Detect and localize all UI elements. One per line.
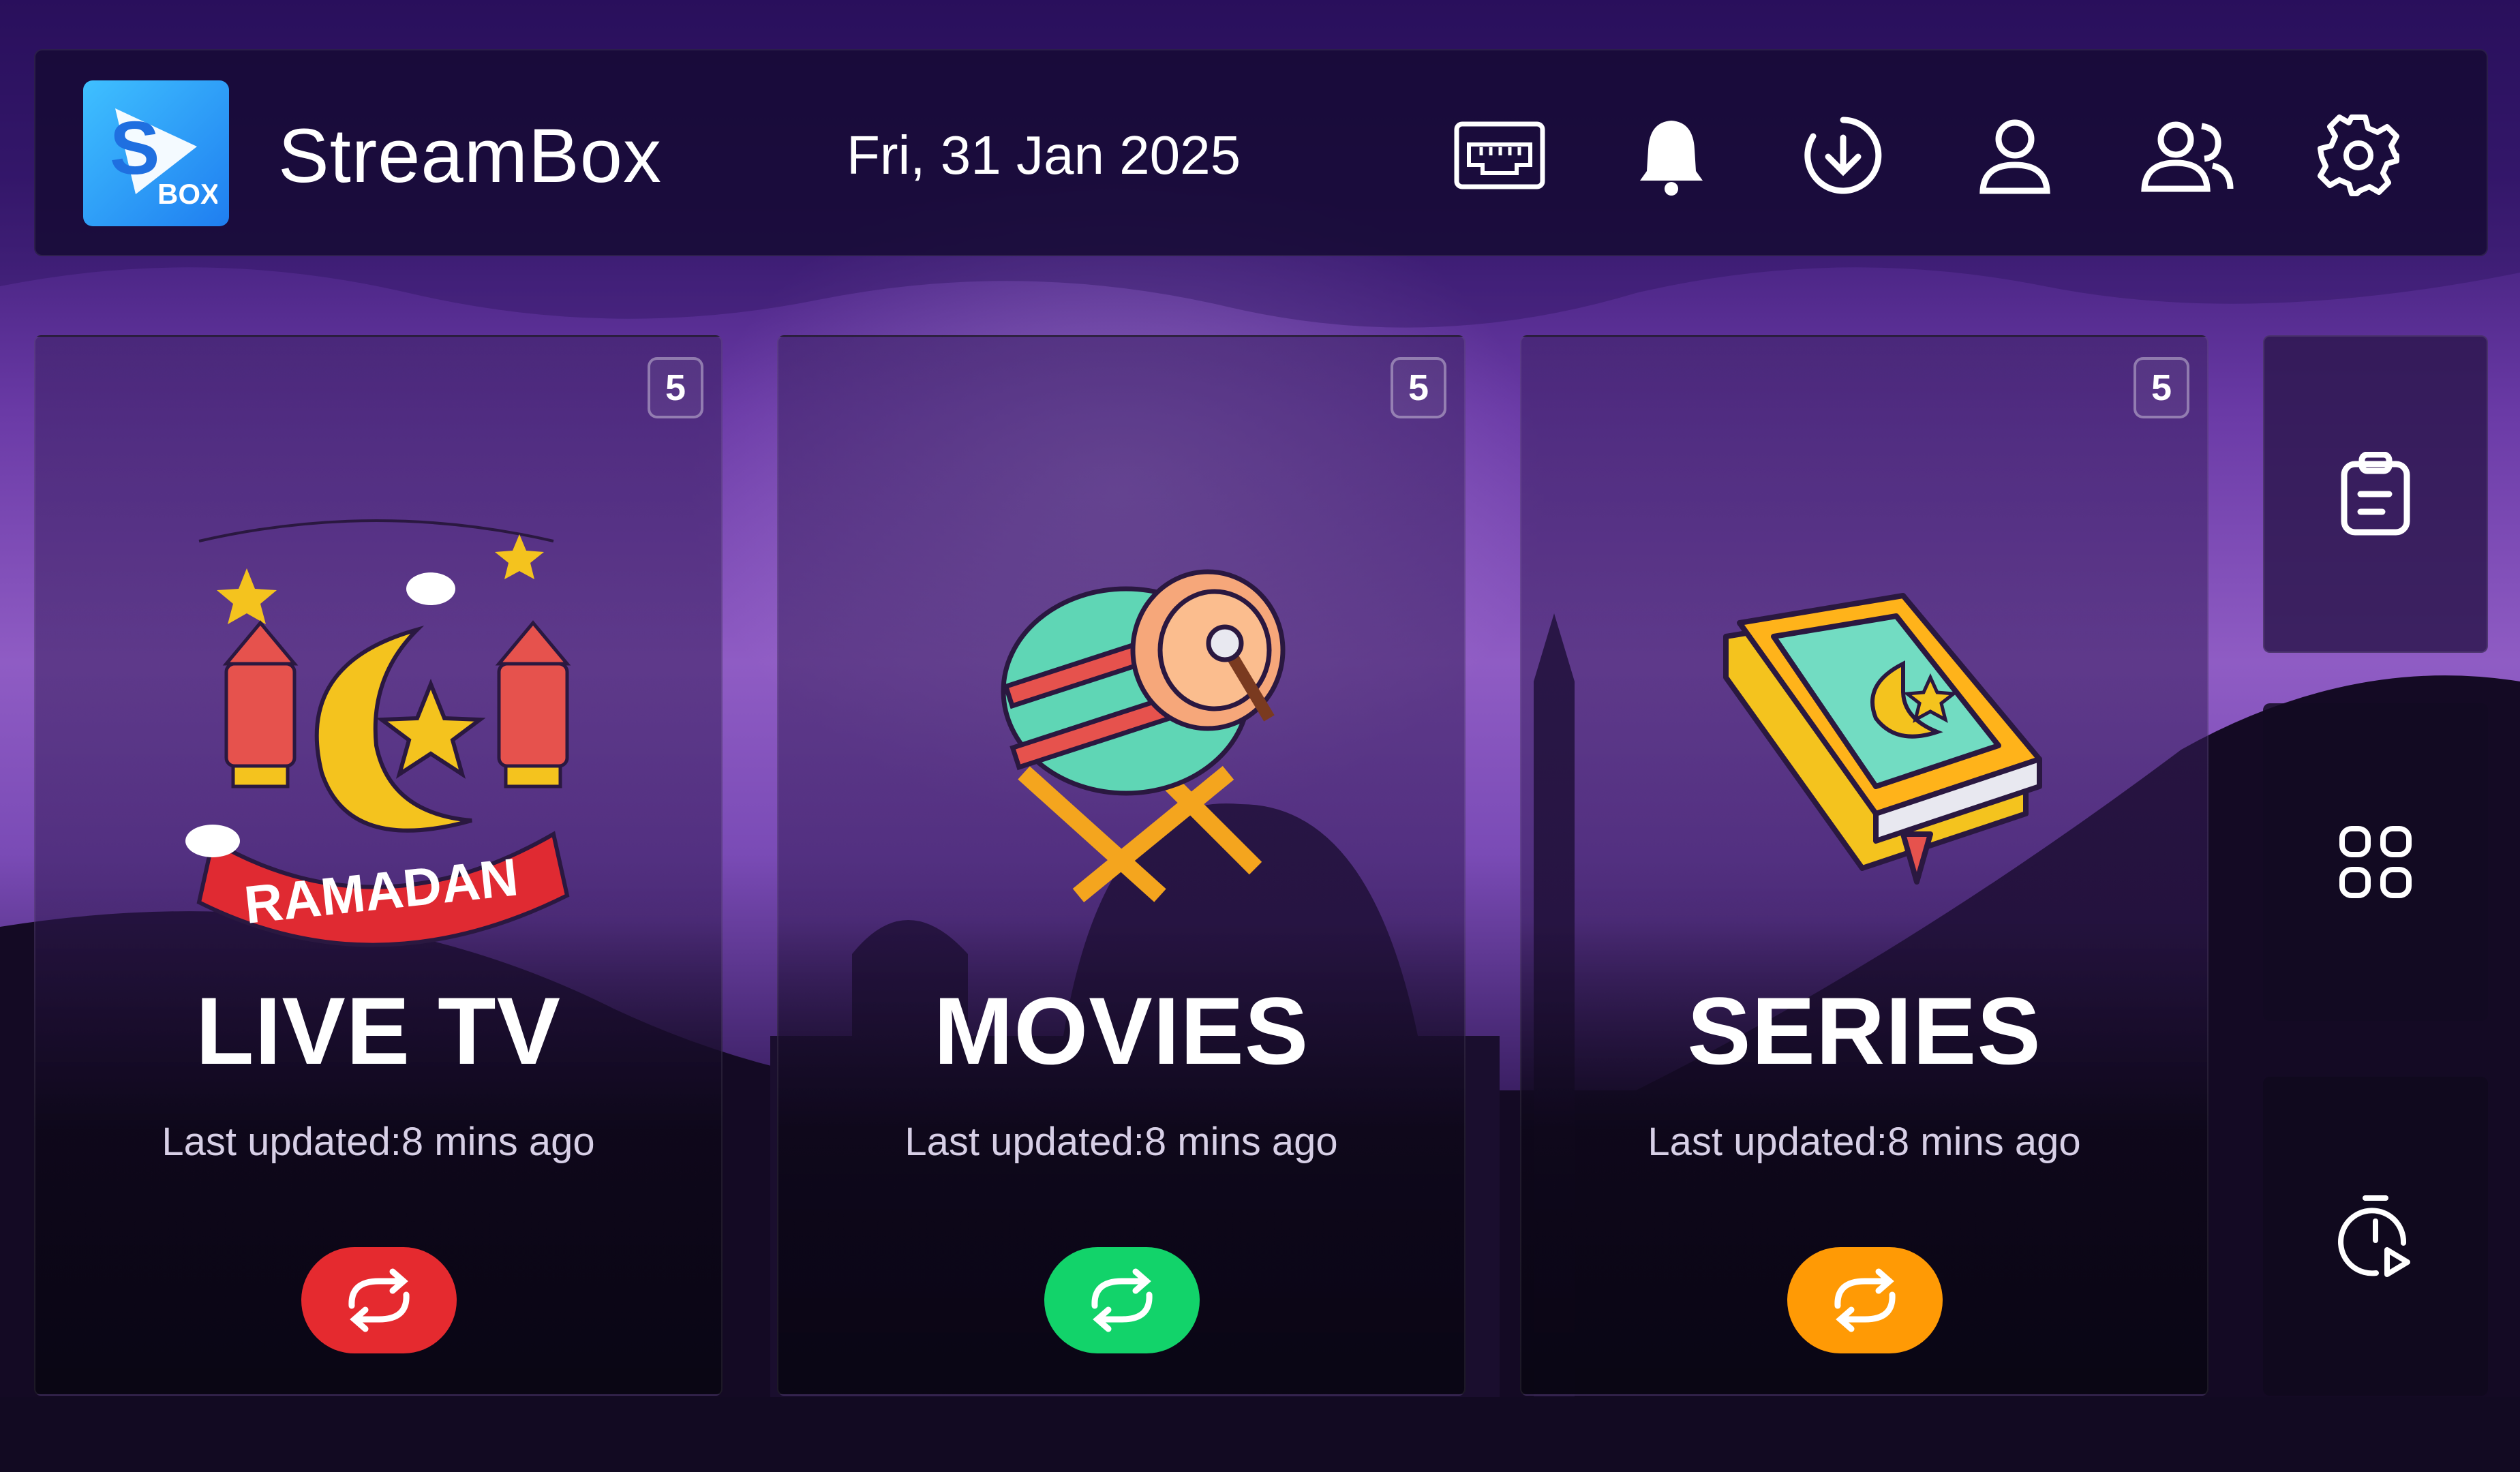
users-icon[interactable] <box>2139 108 2234 203</box>
count-badge: 5 <box>648 357 703 418</box>
book-illustration <box>1723 593 2042 885</box>
lantern-left <box>222 620 299 788</box>
refresh-button[interactable] <box>1787 1247 1943 1353</box>
timer-play-icon <box>2338 1195 2410 1277</box>
app-logo: S BOX <box>83 80 229 226</box>
refresh-icon <box>1834 1268 1896 1332</box>
last-updated-text: Last updated:8 mins ago <box>1648 1120 2081 1164</box>
apps-grid-icon <box>2339 826 2412 898</box>
refresh-button[interactable] <box>301 1247 457 1353</box>
count-badge: 5 <box>2134 357 2189 418</box>
side-tile-clipboard[interactable] <box>2263 335 2488 653</box>
card-title: SERIES <box>1687 977 2041 1084</box>
ethernet-icon[interactable] <box>1452 108 1547 203</box>
last-updated-text: Last updated:8 mins ago <box>162 1120 595 1164</box>
top-bar: S BOX StreamBox Fri, 31 Jan 2025 <box>34 49 2488 256</box>
lantern-right <box>495 620 571 788</box>
svg-text:S: S <box>110 106 160 190</box>
download-icon[interactable] <box>1795 108 1891 203</box>
app-title: StreamBox <box>278 113 662 198</box>
bell-icon[interactable] <box>1624 108 1719 203</box>
side-tile-timer[interactable] <box>2263 1077 2488 1396</box>
refresh-button[interactable] <box>1044 1247 1200 1353</box>
count-badge: 5 <box>1391 357 1446 418</box>
clipboard-icon <box>2341 452 2410 536</box>
refresh-icon <box>348 1268 410 1332</box>
refresh-icon <box>1091 1268 1153 1332</box>
live-tv-card[interactable]: 5 RAMADAN LIVE TV Last updated:8 mins ag… <box>34 335 723 1396</box>
ramadan-illustration: RAMADAN <box>185 519 571 947</box>
movies-card[interactable]: 5 MOVIES Last updated:8 mins ago <box>777 335 1466 1396</box>
series-card[interactable]: 5 SERIES Last updated:8 mins ago <box>1520 335 2208 1396</box>
drum-illustration <box>1001 569 1286 903</box>
user-icon[interactable] <box>1967 108 2063 203</box>
gear-icon[interactable] <box>2311 108 2406 203</box>
logo-text: BOX <box>157 178 217 210</box>
card-title: LIVE TV <box>196 977 561 1084</box>
current-date: Fri, 31 Jan 2025 <box>847 125 1241 185</box>
last-updated-text: Last updated:8 mins ago <box>905 1120 1338 1164</box>
card-title: MOVIES <box>933 977 1309 1084</box>
side-tile-apps[interactable] <box>2263 703 2488 1021</box>
